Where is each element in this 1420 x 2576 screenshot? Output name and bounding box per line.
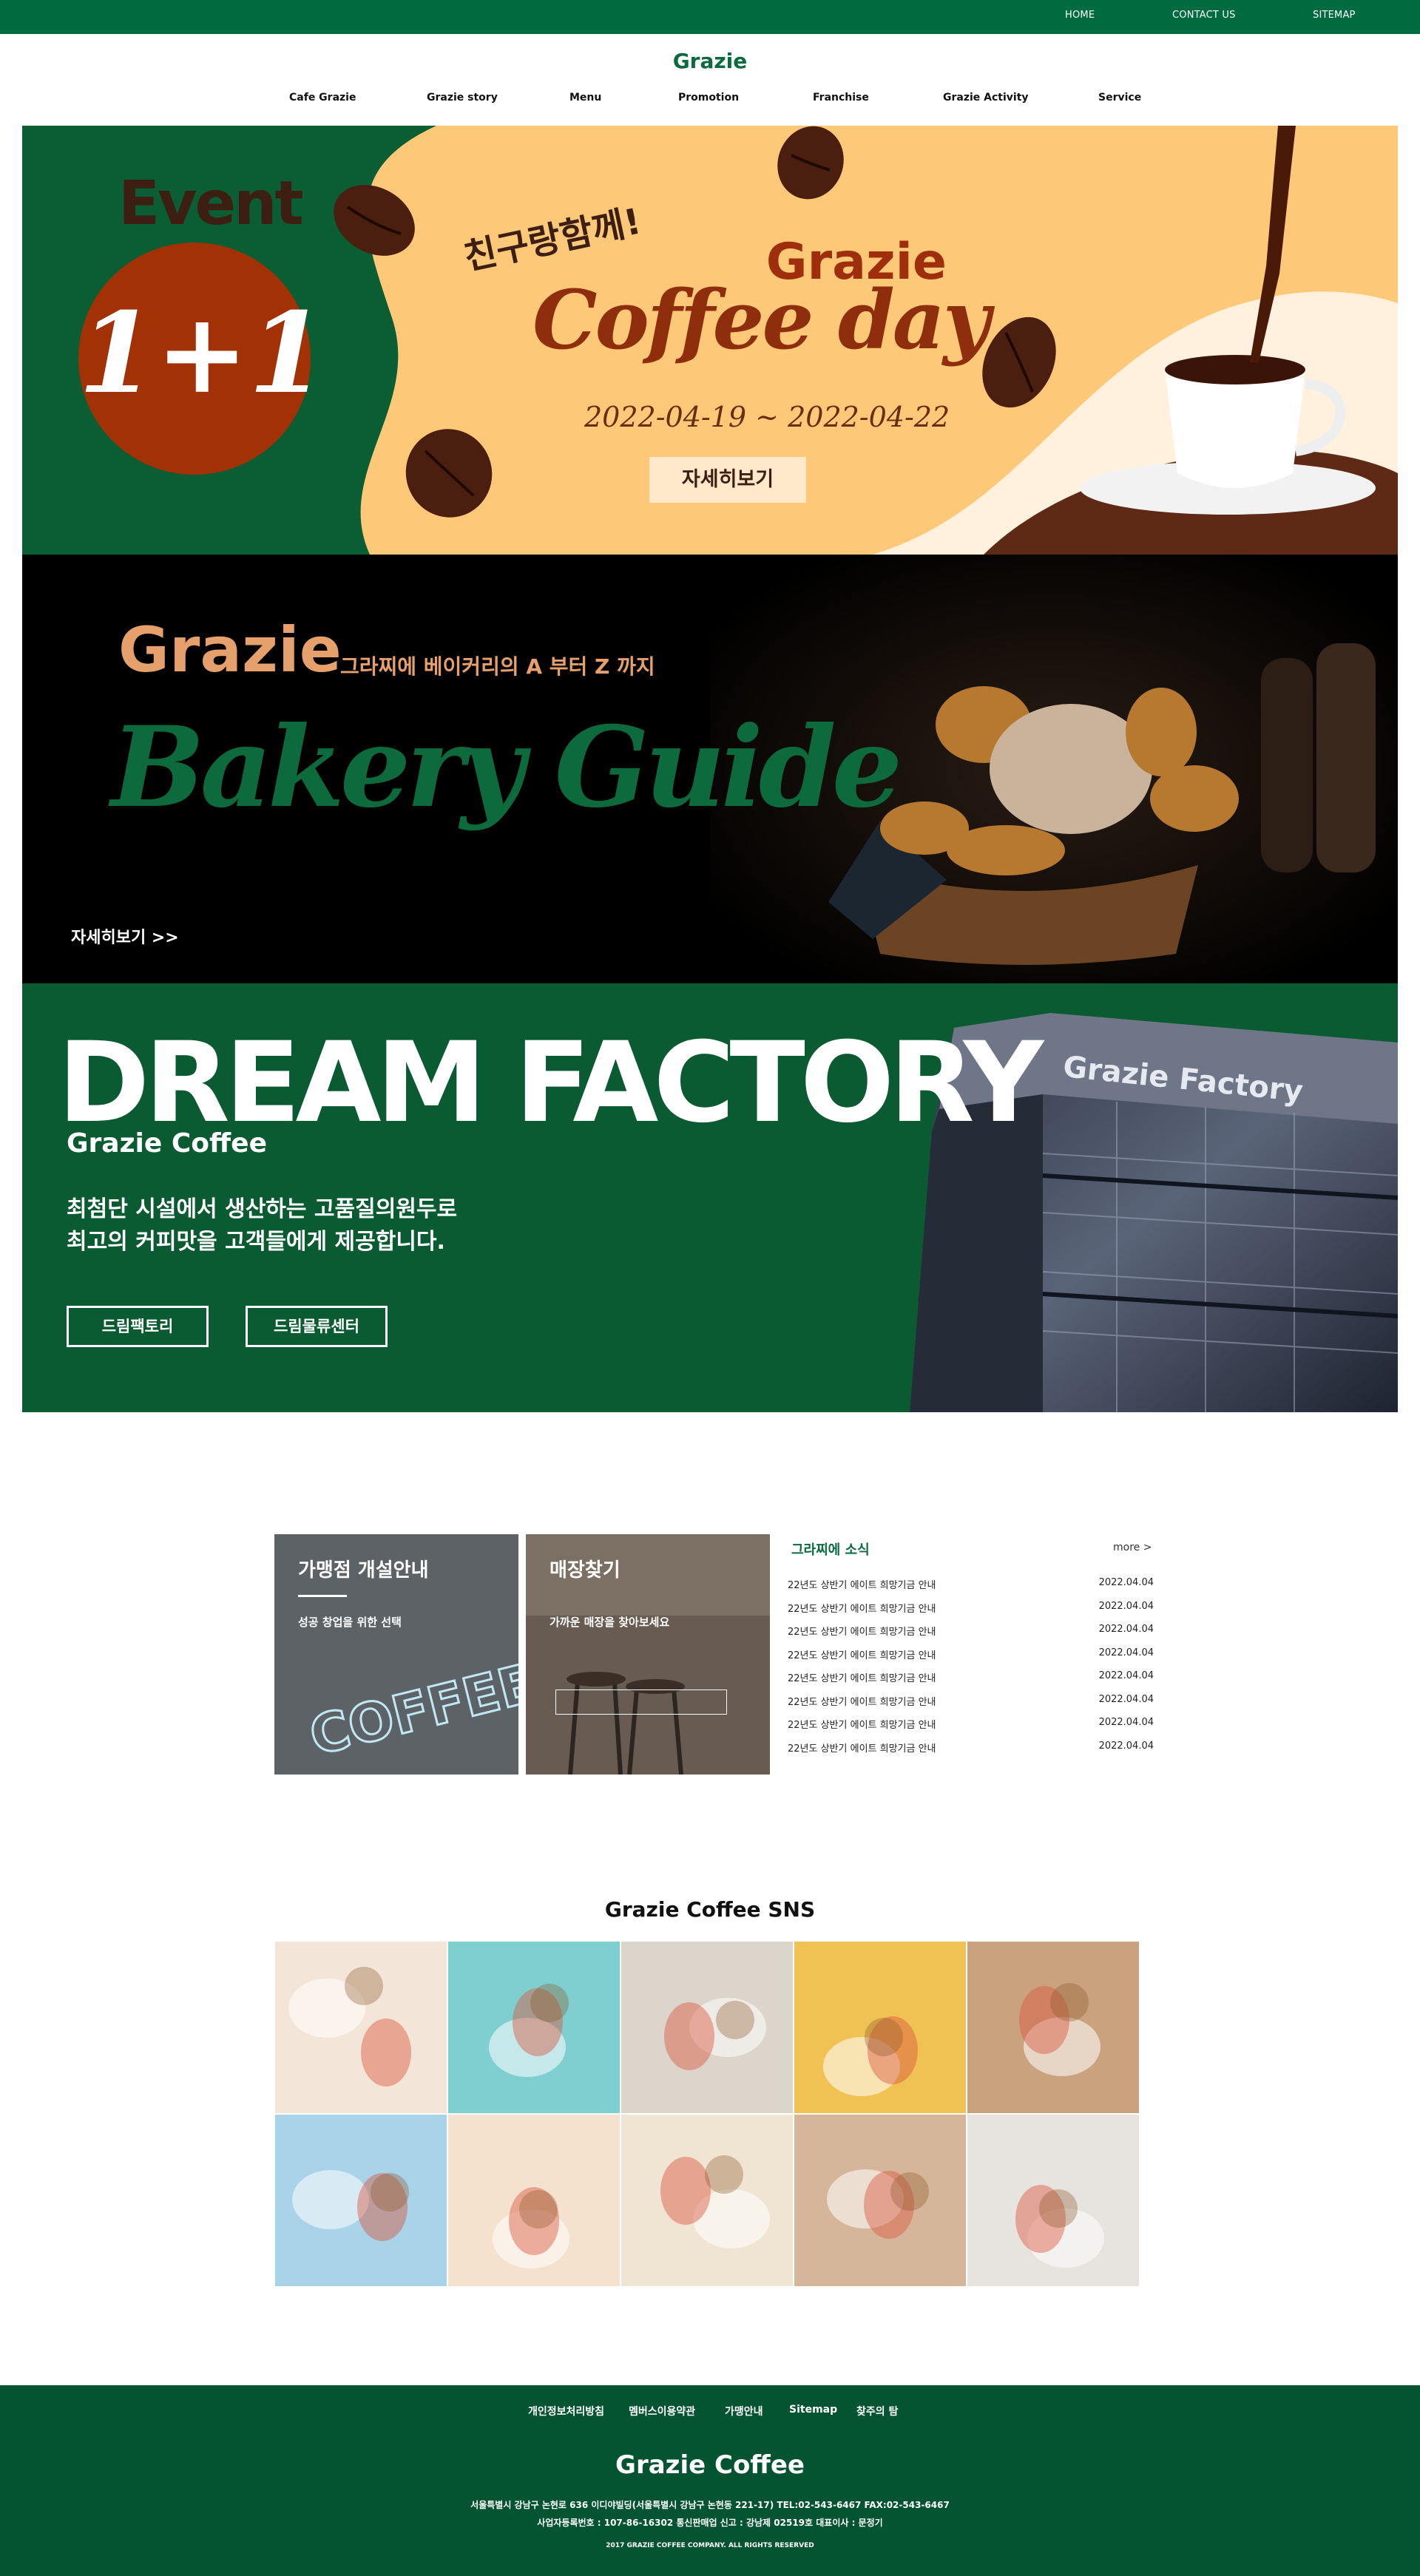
news-item-title: 22년도 상반기 에이트 희망기금 안내 bbox=[788, 1673, 936, 1684]
news-item-title: 22년도 상반기 에이트 희망기금 안내 bbox=[788, 1650, 936, 1661]
news-item-date: 2022.04.04 bbox=[1098, 1717, 1154, 1728]
sns-photo bbox=[493, 2187, 569, 2268]
news-item-date: 2022.04.04 bbox=[1098, 1577, 1154, 1588]
sns-photo bbox=[489, 1984, 569, 2077]
sns-photo bbox=[664, 1998, 766, 2070]
event-banner[interactable]: Event 1+1 친구랑함께! Grazie Coffee day 2022-… bbox=[22, 126, 1398, 555]
sns-photo-tile[interactable] bbox=[794, 2115, 966, 2286]
factory-description: 최첨단 시설에서 생산하는 고품질의원두로 최고의 커피맛을 고객들에게 제공합… bbox=[67, 1193, 457, 1258]
nav-grazie-story[interactable]: Grazie story bbox=[427, 92, 498, 104]
sns-photo-tile[interactable] bbox=[621, 1942, 793, 2113]
footer-link-terms[interactable]: 멤버스이용약관 bbox=[629, 2404, 695, 2419]
sns-photo bbox=[827, 2169, 929, 2239]
bakery-subtitle: 그라찌에 베이커리의 A 부터 Z 까지 bbox=[340, 654, 655, 679]
store-finder-title: 매장찾기 bbox=[550, 1559, 621, 1582]
nav-franchise[interactable]: Franchise bbox=[813, 92, 869, 104]
nav-grazie-activity[interactable]: Grazie Activity bbox=[943, 92, 1029, 104]
news-item-title: 22년도 상반기 에이트 희망기금 안내 bbox=[788, 1743, 936, 1755]
sns-photo-tile[interactable] bbox=[448, 2115, 620, 2286]
franchise-card-subtitle: 성공 창업을 위한 선택 bbox=[298, 1616, 402, 1629]
nav-service[interactable]: Service bbox=[1098, 92, 1141, 104]
news-item-date: 2022.04.04 bbox=[1098, 1670, 1154, 1681]
event-badge-text: 1+1 bbox=[78, 288, 326, 418]
sns-photo bbox=[823, 2016, 918, 2096]
footer: 개인정보처리방침 멤버스이용약관 가맹안내 Sitemap 찾주의 탐 Graz… bbox=[0, 2385, 1420, 2576]
sns-photo bbox=[1015, 2185, 1104, 2268]
sns-photo-tile[interactable] bbox=[967, 1942, 1139, 2113]
sns-photo-tile[interactable] bbox=[967, 2115, 1139, 2286]
nav-menu[interactable]: Menu bbox=[569, 92, 601, 104]
store-finder-subtitle: 가까운 매장을 찾아보세요 bbox=[550, 1616, 670, 1629]
footer-link-privacy[interactable]: 개인정보처리방침 bbox=[528, 2404, 604, 2419]
event-title: Coffee day bbox=[532, 272, 990, 367]
store-search-input[interactable] bbox=[555, 1689, 727, 1715]
sns-photo bbox=[660, 2155, 770, 2248]
logistics-center-button[interactable]: 드림물류센터 bbox=[246, 1306, 388, 1347]
bakery-banner[interactable]: Grazie 그라찌에 베이커리의 A 부터 Z 까지 Bakery Guide… bbox=[22, 555, 1398, 983]
factory-subtitle: Grazie Coffee bbox=[67, 1128, 267, 1159]
page: HOME CONTACT US SITEMAP Grazie Cafe Graz… bbox=[0, 0, 1420, 2576]
bakery-brand: Grazie bbox=[118, 614, 342, 686]
sns-photo-tile[interactable] bbox=[448, 1942, 620, 2113]
footer-brand: Grazie Coffee bbox=[615, 2450, 805, 2480]
news-item-title: 22년도 상반기 에이트 희망기금 안내 bbox=[788, 1604, 936, 1615]
news-item-date: 2022.04.04 bbox=[1098, 1601, 1154, 1612]
franchise-card-underline bbox=[298, 1595, 347, 1597]
news-heading: 그라찌에 소식 bbox=[791, 1542, 870, 1558]
footer-copyright: 2017 GRAZIE COFFEE COMPANY. ALL RIGHTS R… bbox=[606, 2542, 814, 2549]
news-item-date: 2022.04.04 bbox=[1098, 1741, 1154, 1752]
factory-desc-line2: 최고의 커피맛을 고객들에게 제공합니다. bbox=[67, 1229, 445, 1255]
event-word: Event bbox=[118, 169, 304, 239]
nav-promotion[interactable]: Promotion bbox=[678, 92, 739, 104]
event-detail-button[interactable]: 자세히보기 bbox=[649, 457, 806, 503]
news-item-title: 22년도 상반기 에이트 희망기금 안내 bbox=[788, 1720, 936, 1731]
utility-bar: HOME CONTACT US SITEMAP bbox=[0, 0, 1420, 34]
contact-link[interactable]: CONTACT US bbox=[1172, 10, 1236, 21]
factory-banner[interactable]: Grazie Factory DREAM FACTORY Grazie Coff… bbox=[22, 983, 1398, 1412]
nav-cafe-grazie[interactable]: Cafe Grazie bbox=[289, 92, 356, 104]
franchise-card-title: 가맹점 개설안내 bbox=[298, 1559, 429, 1582]
event-date: 2022-04-19 ~ 2022-04-22 bbox=[584, 401, 950, 433]
news-item-title: 22년도 상반기 에이트 희망기금 안내 bbox=[788, 1627, 936, 1638]
sns-photo-tile[interactable] bbox=[794, 1942, 966, 2113]
bakery-title: Bakery Guide bbox=[111, 702, 902, 833]
footer-link-extra[interactable]: 찾주의 탐 bbox=[856, 2404, 898, 2419]
sns-photo bbox=[292, 2170, 409, 2241]
sns-photo-tile[interactable] bbox=[275, 1942, 447, 2113]
footer-business-info: 사업자등록번호 : 107-86-16302 통신판매업 신고 : 강남제 02… bbox=[537, 2518, 883, 2528]
footer-link-franchise[interactable]: 가맹안내 bbox=[725, 2404, 763, 2419]
news-item-date: 2022.04.04 bbox=[1098, 1624, 1154, 1635]
news-more-link[interactable]: more > bbox=[1113, 1542, 1152, 1553]
sns-photo bbox=[1019, 1983, 1100, 2076]
site-logo[interactable]: Grazie bbox=[0, 49, 1420, 73]
bakery-detail-link[interactable]: 자세히보기 >> bbox=[71, 924, 179, 948]
dream-factory-button[interactable]: 드림팩토리 bbox=[67, 1306, 209, 1347]
sns-photo-tile[interactable] bbox=[275, 2115, 447, 2286]
footer-link-sitemap[interactable]: Sitemap bbox=[789, 2404, 837, 2416]
home-link[interactable]: HOME bbox=[1065, 10, 1095, 21]
news-item-date: 2022.04.04 bbox=[1098, 1647, 1154, 1658]
sitemap-link[interactable]: SITEMAP bbox=[1313, 10, 1356, 21]
sns-photo bbox=[288, 1967, 411, 2087]
news-item-title: 22년도 상반기 에이트 희망기금 안내 bbox=[788, 1697, 936, 1708]
sns-photo-tile[interactable] bbox=[621, 2115, 793, 2286]
franchise-card[interactable]: COFFEE 가맹점 개설안내 성공 창업을 위한 선택 bbox=[274, 1534, 518, 1775]
news-item-date: 2022.04.04 bbox=[1098, 1694, 1154, 1705]
store-finder-card[interactable]: 매장찾기 가까운 매장을 찾아보세요 bbox=[526, 1534, 770, 1775]
sns-title: Grazie Coffee SNS bbox=[604, 1897, 816, 1922]
factory-desc-line1: 최첨단 시설에서 생산하는 고품질의원두로 bbox=[67, 1196, 458, 1222]
footer-address: 서울특별시 강남구 논현로 636 이디야빌딩(서울특별시 강남구 논현동 22… bbox=[470, 2500, 950, 2510]
news-item-title: 22년도 상반기 에이트 희망기금 안내 bbox=[788, 1580, 936, 1591]
